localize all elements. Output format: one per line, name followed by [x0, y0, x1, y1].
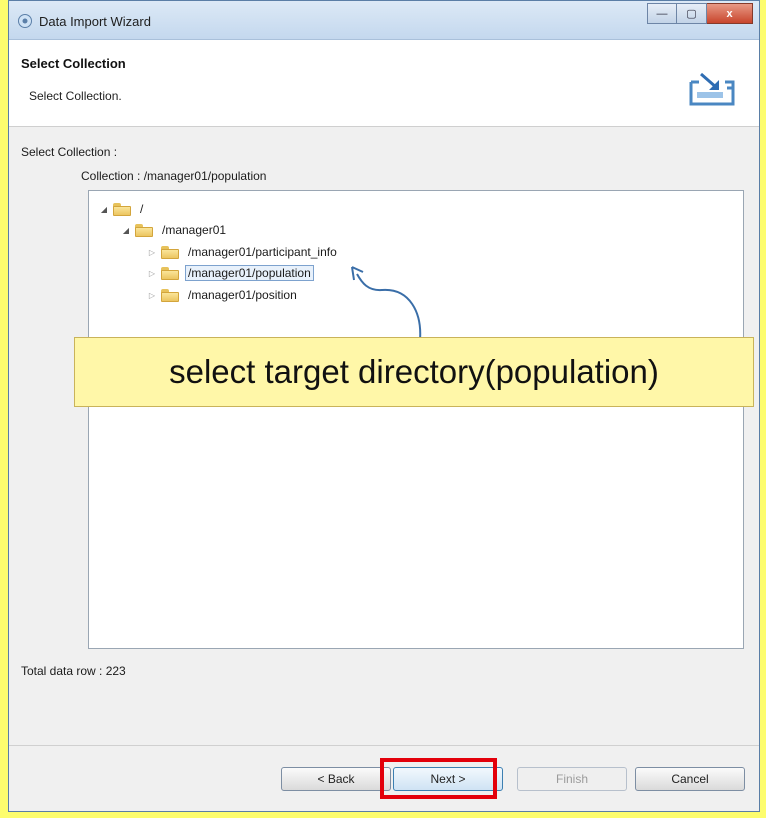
minimize-icon: — [656, 7, 668, 20]
close-button[interactable]: x [707, 3, 753, 24]
minimize-button[interactable]: — [647, 3, 677, 24]
collection-path: Collection : /manager01/population [81, 169, 267, 183]
wizard-header: Select Collection Select Collection. [9, 40, 759, 127]
page-title: Select Collection [21, 56, 126, 71]
tree-node-label: /manager01 [162, 223, 227, 237]
folder-icon [161, 245, 179, 259]
cancel-button[interactable]: Cancel [635, 767, 745, 791]
expanded-arrow-icon[interactable]: ◢ [99, 205, 109, 214]
maximize-button[interactable]: ▢ [677, 3, 707, 24]
maximize-icon: ▢ [686, 8, 697, 20]
callout-arrow-icon [351, 266, 422, 341]
tree-node-label: /manager01/participant_info [188, 245, 337, 259]
window-controls: — ▢ x [647, 3, 753, 25]
import-icon [689, 72, 735, 106]
folder-icon [135, 223, 153, 237]
page-description: Select Collection. [29, 89, 122, 103]
folder-icon [161, 288, 179, 302]
collapsed-arrow-icon[interactable]: ▷ [147, 291, 157, 300]
next-button[interactable]: Next > [393, 767, 503, 791]
finish-button: Finish [517, 767, 627, 791]
tree-node-root[interactable]: ◢ / [99, 199, 146, 219]
footer-divider [9, 745, 759, 746]
collapsed-arrow-icon[interactable]: ▷ [147, 269, 157, 278]
folder-icon [161, 266, 179, 280]
expanded-arrow-icon[interactable]: ◢ [121, 226, 131, 235]
tree-node-label-selected: /manager01/population [185, 265, 314, 281]
tree-node-participant-info[interactable]: ▷ /manager01/participant_info [147, 242, 340, 262]
tree-node-label: / [140, 202, 144, 216]
window-title: Data Import Wizard [39, 14, 151, 29]
select-collection-label: Select Collection : [21, 145, 118, 159]
wizard-app-icon [18, 14, 32, 28]
total-data-row: Total data row : 223 [21, 664, 126, 678]
annotation-callout: select target directory(population) [74, 337, 754, 407]
folder-icon [113, 202, 131, 216]
tree-node-population[interactable]: ▷ /manager01/population [147, 263, 314, 283]
tree-node-label: /manager01/position [188, 288, 297, 302]
tree-node-manager01[interactable]: ◢ /manager01 [121, 220, 229, 240]
collapsed-arrow-icon[interactable]: ▷ [147, 248, 157, 257]
tree-node-position[interactable]: ▷ /manager01/position [147, 285, 300, 305]
title-bar[interactable]: Data Import Wizard — ▢ x [9, 1, 759, 40]
back-button[interactable]: < Back [281, 767, 391, 791]
close-icon: x [726, 7, 733, 20]
